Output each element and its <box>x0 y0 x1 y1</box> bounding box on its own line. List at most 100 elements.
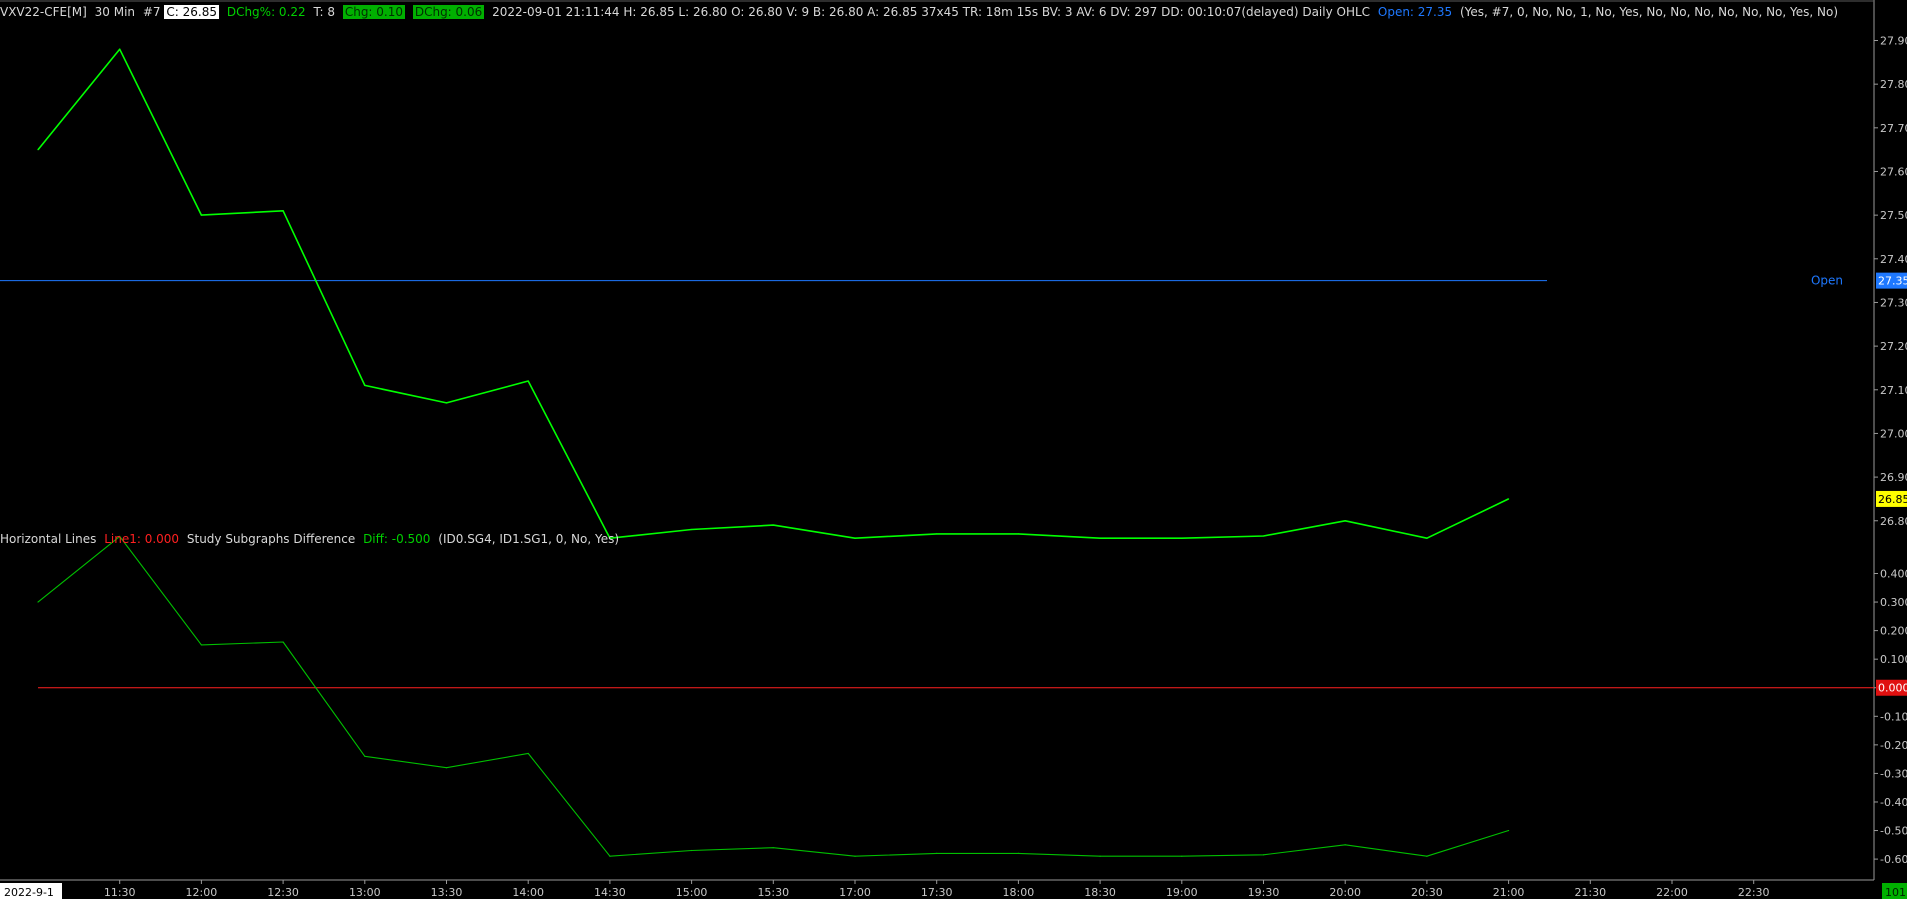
price-data-point <box>1508 498 1510 500</box>
y-tick-label: 27.70 <box>1880 122 1907 135</box>
price-data-point <box>1099 537 1101 539</box>
last-price-label: 26.85 <box>1878 493 1907 506</box>
time-tick-label: 11:30 <box>104 886 136 899</box>
price-data-point <box>1344 520 1346 522</box>
time-tick-label: 15:30 <box>757 886 789 899</box>
y-tick-label: 0.300 <box>1880 596 1907 609</box>
diff-data-point <box>37 601 39 603</box>
price-data-point <box>364 384 366 387</box>
study-params-label: (ID0.SG4, ID1.SG1, 0, No, Yes) <box>438 532 620 546</box>
open-label: Open: 27.35 <box>1377 5 1453 19</box>
time-tick-label: 14:30 <box>594 886 626 899</box>
time-tick-label: 22:30 <box>1738 886 1770 899</box>
time-tick-label: 17:30 <box>921 886 953 899</box>
diff-label: Diff: -0.500 <box>363 532 431 546</box>
y-tick-label: -0.300 <box>1880 767 1907 780</box>
diff-data-point <box>1017 852 1020 854</box>
diff-data-point <box>1262 854 1265 856</box>
diff-data-point <box>936 852 938 854</box>
time-tick-label: 13:00 <box>349 886 381 899</box>
diff-data-point <box>445 767 448 769</box>
diff-data-point <box>772 847 774 849</box>
time-tick-label: 12:30 <box>267 886 299 899</box>
time-tick-label: 19:00 <box>1166 886 1198 899</box>
diff-data-point <box>1426 855 1428 857</box>
diff-data-point <box>1508 829 1510 832</box>
y-tick-label: 0.200 <box>1880 625 1907 638</box>
y-tick-label: 26.80 <box>1880 515 1907 528</box>
diff-data-point <box>854 855 856 857</box>
y-tick-label: 27.90 <box>1880 35 1907 48</box>
dchg-pct-label: DChg%: 0.22 <box>226 5 306 19</box>
study-title-label: Study Subgraphs Difference <box>186 532 356 546</box>
price-data-point <box>1017 533 1020 535</box>
params-label: (Yes, #7, 0, No, No, 1, No, Yes, No, No,… <box>1459 5 1839 19</box>
price-data-point <box>936 533 938 535</box>
diff-data-point <box>527 752 529 755</box>
time-tick-label: 15:00 <box>676 886 708 899</box>
price-data-point <box>1181 537 1183 539</box>
corner-label: 101 <box>1885 886 1906 899</box>
time-tick-label: 13:30 <box>431 886 463 899</box>
price-data-point <box>527 380 529 382</box>
price-data-point <box>200 214 202 216</box>
y-tick-label: -0.500 <box>1880 825 1907 838</box>
y-tick-label: 27.60 <box>1880 165 1907 178</box>
diff-data-point <box>1181 855 1183 857</box>
diff-data-point <box>200 644 202 646</box>
time-tick-label: 20:00 <box>1329 886 1361 899</box>
time-tick-label: 18:00 <box>1003 886 1035 899</box>
diff-data-point <box>1344 844 1346 846</box>
y-tick-label: 26.90 <box>1880 471 1907 484</box>
y-tick-label: 27.30 <box>1880 296 1907 309</box>
chart-background <box>0 0 1907 899</box>
study-name-label: Horizontal Lines <box>0 532 97 546</box>
time-tick-label: 12:00 <box>186 886 218 899</box>
diff-data-point <box>282 641 284 643</box>
y-tick-label: -0.400 <box>1880 796 1907 809</box>
details-label: 2022-09-01 21:11:44 H: 26.85 L: 26.80 O:… <box>492 5 1371 19</box>
price-data-point <box>282 210 284 212</box>
y-tick-label: -0.600 <box>1880 853 1907 866</box>
chg-badge: Chg: 0.10 <box>342 5 406 19</box>
trades-label: T: 8 <box>313 5 335 19</box>
y-tick-label: 27.10 <box>1880 384 1907 397</box>
price-data-point <box>119 48 121 50</box>
dchg-badge: DChg: 0.06 <box>412 5 485 19</box>
time-tick-label: 17:00 <box>839 886 871 899</box>
y-tick-label: 27.20 <box>1880 340 1907 353</box>
y-tick-label: -0.200 <box>1880 739 1907 752</box>
price-data-point <box>445 402 448 404</box>
diff-data-point <box>364 755 366 757</box>
y-tick-label: 27.80 <box>1880 78 1907 91</box>
y-tick-label: 0.100 <box>1880 653 1907 666</box>
diff-data-point <box>691 849 693 852</box>
open-value-label: 27.35 <box>1878 275 1907 288</box>
y-tick-label: 27.40 <box>1880 253 1907 266</box>
interval-label: 30 Min <box>94 5 136 19</box>
time-tick-label: 20:30 <box>1411 886 1443 899</box>
price-data-point <box>854 537 856 539</box>
study-header: Horizontal Lines Line1: 0.000 Study Subg… <box>0 531 623 547</box>
price-data-point <box>1262 535 1265 537</box>
time-tick-label: 18:30 <box>1084 886 1116 899</box>
symbol-label: VXV22-CFE[M] <box>0 5 87 19</box>
close-badge: C: 26.85 <box>164 5 219 19</box>
price-data-point <box>772 524 774 526</box>
open-reference-name: Open <box>1811 274 1843 288</box>
line1-label: Line1: 0.000 <box>104 532 180 546</box>
price-data-point <box>37 149 39 151</box>
y-tick-label: 27.50 <box>1880 209 1907 222</box>
diff-data-point <box>609 855 611 857</box>
chart-number-label: #7 <box>142 5 161 19</box>
zero-value-label: 0.000 <box>1878 682 1907 695</box>
time-tick-label: 22:00 <box>1656 886 1688 899</box>
time-tick-label: 21:30 <box>1574 886 1606 899</box>
chart-canvas[interactable]: 27.90 27.80 27.70 27.60 27.50 27.40 27.30 27.20… <box>0 0 1907 899</box>
time-tick-label: 19:30 <box>1248 886 1280 899</box>
date-label: 2022-9-1 <box>4 886 54 899</box>
price-data-point <box>691 528 693 531</box>
price-data-point <box>1426 537 1428 539</box>
y-tick-label: 27.00 <box>1880 427 1907 440</box>
chart-header: VXV22-CFE[M] 30 Min #7 C: 26.85 DChg%: 0… <box>0 4 1842 20</box>
